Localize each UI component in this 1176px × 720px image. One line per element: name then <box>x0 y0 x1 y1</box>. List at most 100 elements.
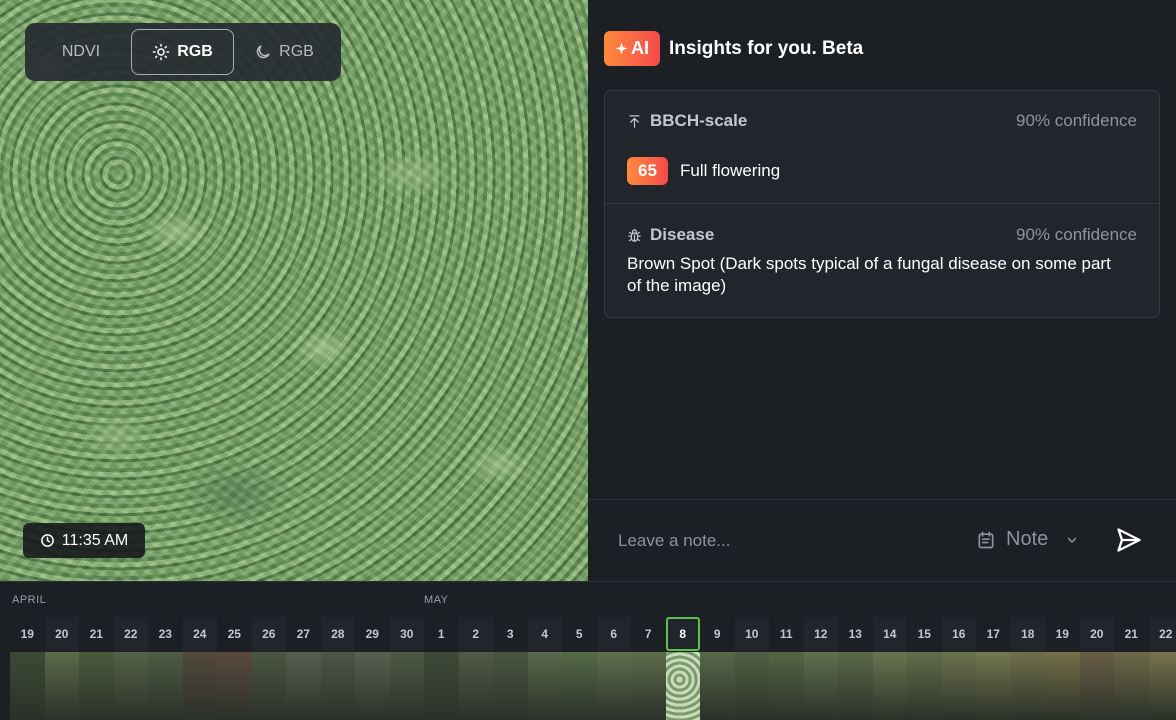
timeline-thumbnail[interactable] <box>458 652 493 720</box>
timeline-thumbnail[interactable] <box>631 652 666 720</box>
timeline-thumbnail[interactable] <box>941 652 976 720</box>
timeline-day[interactable]: 10 <box>734 617 769 651</box>
timeline-thumbnail[interactable] <box>1010 652 1045 720</box>
timeline-thumbnail[interactable] <box>355 652 390 720</box>
timeline-thumbnail[interactable] <box>700 652 735 720</box>
timeline-day[interactable]: 14 <box>872 617 907 651</box>
bbch-section: BBCH-scale 90% confidence 65 Full flower… <box>605 91 1159 204</box>
bbch-stage-name: Full flowering <box>680 161 781 180</box>
thumbnail-strip <box>10 652 1176 720</box>
mode-rgb-night-button[interactable]: RGB <box>234 29 334 75</box>
timeline-thumbnail[interactable] <box>1045 652 1080 720</box>
timeline-day[interactable]: 5 <box>562 617 597 651</box>
bbch-confidence: 90% confidence <box>1016 111 1137 130</box>
timeline-thumbnail[interactable] <box>251 652 286 720</box>
timeline-day[interactable]: 13 <box>838 617 873 651</box>
timeline-day[interactable]: 30 <box>389 617 424 651</box>
timeline-thumbnail[interactable] <box>976 652 1011 720</box>
note-type-label: Note <box>1006 528 1049 550</box>
timeline-thumbnail[interactable] <box>527 652 562 720</box>
note-type-dropdown[interactable]: Note <box>976 528 1078 551</box>
timeline-day[interactable]: 11 <box>769 617 804 651</box>
timeline-day[interactable]: 23 <box>148 617 183 651</box>
sun-icon <box>152 43 170 61</box>
bbch-label: BBCH-scale <box>650 111 748 130</box>
timeline-day[interactable]: 19 <box>1045 617 1080 651</box>
bug-icon <box>628 228 641 242</box>
view-mode-switcher: NDVI RGB RGB <box>25 23 341 81</box>
timeline-day[interactable]: 21 <box>79 617 114 651</box>
timeline-thumbnail[interactable] <box>734 652 769 720</box>
timeline-thumbnail[interactable] <box>389 652 424 720</box>
timeline-day[interactable]: 9 <box>700 617 735 651</box>
timeline-thumbnail[interactable] <box>562 652 597 720</box>
timeline-day[interactable]: 26 <box>251 617 286 651</box>
timeline-day[interactable]: 28 <box>320 617 355 651</box>
timeline-thumbnail[interactable] <box>113 652 148 720</box>
timeline-thumbnail[interactable] <box>596 652 631 720</box>
timeline-thumbnail[interactable] <box>217 652 252 720</box>
timeline-thumbnail[interactable] <box>1114 652 1149 720</box>
timeline-day[interactable]: 18 <box>1010 617 1045 651</box>
insights-header: AI Insights for you. Beta <box>604 31 863 66</box>
timeline-thumbnail[interactable] <box>1148 652 1176 720</box>
bbch-stage-badge: 65 <box>627 157 668 185</box>
timeline-day[interactable]: 21 <box>1114 617 1149 651</box>
timeline-thumbnail[interactable] <box>907 652 942 720</box>
timeline-day[interactable]: 12 <box>803 617 838 651</box>
timeline-thumbnail[interactable] <box>803 652 838 720</box>
send-icon[interactable] <box>1115 526 1143 554</box>
capture-time: 11:35 AM <box>61 531 129 549</box>
timeline-day[interactable]: 16 <box>941 617 976 651</box>
timeline-thumbnail[interactable] <box>44 652 79 720</box>
timeline-day[interactable]: 27 <box>286 617 321 651</box>
timeline-day[interactable]: 22 <box>113 617 148 651</box>
timeline-thumbnail[interactable] <box>320 652 355 720</box>
disease-section: Disease 90% confidence Brown Spot (Dark … <box>605 205 1159 318</box>
timeline-thumbnail[interactable] <box>10 652 45 720</box>
timeline-thumbnail[interactable] <box>286 652 321 720</box>
sparkle-icon <box>615 42 628 55</box>
disease-description: Brown Spot (Dark spots typical of a fung… <box>627 254 1111 295</box>
insights-card: BBCH-scale 90% confidence 65 Full flower… <box>604 90 1160 318</box>
timeline-thumbnail[interactable] <box>838 652 873 720</box>
timeline-day[interactable]: 20 <box>44 617 79 651</box>
timeline-thumbnail[interactable] <box>424 652 459 720</box>
timeline-day[interactable]: 1 <box>424 617 459 651</box>
timeline-day[interactable]: 6 <box>596 617 631 651</box>
insights-title: Insights for you. Beta <box>669 37 864 59</box>
mode-ndvi-label: NDVI <box>61 43 101 60</box>
timeline-day[interactable]: 22 <box>1148 617 1176 651</box>
timeline-day[interactable]: 15 <box>907 617 942 651</box>
timeline-day[interactable]: 29 <box>355 617 390 651</box>
insights-panel: AI Insights for you. Beta BBCH-scale 90%… <box>588 0 1176 581</box>
moon-icon <box>256 45 270 59</box>
timeline-day[interactable]: 2 <box>458 617 493 651</box>
timeline-thumbnail[interactable] <box>665 652 700 720</box>
mode-rgb-day-label: RGB <box>177 43 213 60</box>
timeline-thumbnail[interactable] <box>1079 652 1114 720</box>
timeline-thumbnail[interactable] <box>148 652 183 720</box>
timeline-day[interactable]: 3 <box>493 617 528 651</box>
timeline-day[interactable]: 25 <box>217 617 252 651</box>
timeline-day[interactable]: 7 <box>631 617 666 651</box>
timeline-day[interactable]: 19 <box>10 617 45 651</box>
ai-badge-label: AI <box>631 38 649 58</box>
timeline-thumbnail[interactable] <box>493 652 528 720</box>
timeline-thumbnail[interactable] <box>182 652 217 720</box>
mode-ndvi-button[interactable]: NDVI <box>31 29 131 75</box>
disease-confidence: 90% confidence <box>1016 225 1137 244</box>
timeline-day[interactable]: 17 <box>976 617 1011 651</box>
timeline-thumbnail[interactable] <box>79 652 114 720</box>
timeline-day[interactable]: 4 <box>527 617 562 651</box>
timeline-thumbnail[interactable] <box>769 652 804 720</box>
note-composer: Note <box>588 499 1176 581</box>
mode-rgb-day-button[interactable]: RGB <box>131 29 234 75</box>
date-timeline: APRIL MAY 19 20 21 22 23 24 25 26 27 28 29 30 1 2 3 4 5 6… <box>0 581 1176 720</box>
note-input[interactable] <box>618 526 948 556</box>
clock-icon <box>40 534 54 547</box>
timeline-day-selected[interactable]: 8 <box>665 617 700 651</box>
timeline-day[interactable]: 24 <box>182 617 217 651</box>
timeline-day[interactable]: 20 <box>1079 617 1114 651</box>
timeline-thumbnail[interactable] <box>872 652 907 720</box>
